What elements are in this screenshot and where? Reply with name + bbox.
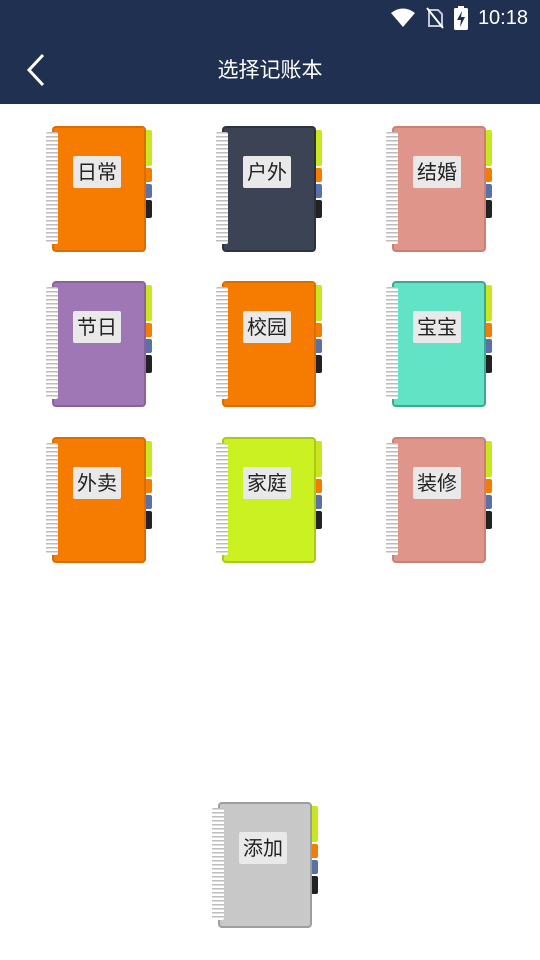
notebook-tab <box>316 479 322 493</box>
spiral-binding <box>216 132 228 244</box>
notebook-tab <box>146 285 152 321</box>
notebook-label: 外卖 <box>73 467 121 499</box>
notebook-tab <box>146 130 152 166</box>
notebook-tab <box>146 479 152 493</box>
no-sim-icon <box>426 7 444 29</box>
notebook-label: 日常 <box>73 156 121 188</box>
notebook-label: 户外 <box>243 156 291 188</box>
spiral-binding <box>386 132 398 244</box>
notebook-7[interactable]: 家庭 <box>216 437 326 567</box>
notebook-label: 宝宝 <box>413 311 461 343</box>
notebook-3[interactable]: 节日 <box>46 281 156 411</box>
notebook-cover <box>52 281 146 407</box>
notebook-tab <box>316 168 322 182</box>
notebook-tab <box>316 441 322 477</box>
notebook-tab <box>486 323 492 337</box>
notebook-cover <box>222 126 316 252</box>
notebook-tabs <box>316 441 322 529</box>
notebook-tabs <box>146 130 152 218</box>
notebook-tab <box>312 806 318 842</box>
notebook-tab <box>316 184 322 198</box>
spiral-binding <box>386 443 398 555</box>
spiral-binding <box>46 443 58 555</box>
notebook-tab <box>486 200 492 218</box>
notebook-tabs <box>486 441 492 529</box>
spiral-binding <box>216 443 228 555</box>
notebook-tabs <box>486 130 492 218</box>
notebook-cover <box>52 126 146 252</box>
notebook-tab <box>146 441 152 477</box>
notebook-0[interactable]: 日常 <box>46 126 156 256</box>
notebook-cover <box>218 802 312 928</box>
app-header: 10:18 选择记账本 <box>0 0 540 104</box>
notebook-tab <box>312 876 318 894</box>
notebook-tabs <box>312 806 318 894</box>
notebook-tab <box>486 168 492 182</box>
notebook-tab <box>316 130 322 166</box>
notebook-1[interactable]: 户外 <box>216 126 326 256</box>
notebook-8[interactable]: 装修 <box>386 437 496 567</box>
battery-charging-icon <box>454 6 468 30</box>
notebook-tab <box>486 441 492 477</box>
notebook-tab <box>146 511 152 529</box>
notebook-tab <box>316 323 322 337</box>
notebook-tab <box>316 339 322 353</box>
nav-bar: 选择记账本 <box>0 36 540 104</box>
notebook-label: 节日 <box>73 311 121 343</box>
status-bar: 10:18 <box>0 0 540 36</box>
notebook-tab <box>316 285 322 321</box>
notebook-4[interactable]: 校园 <box>216 281 326 411</box>
notebook-cover <box>52 437 146 563</box>
spiral-binding <box>212 808 224 920</box>
notebook-cover <box>392 437 486 563</box>
notebook-tabs <box>146 441 152 529</box>
notebook-cover <box>222 281 316 407</box>
notebook-tab <box>146 184 152 198</box>
notebook-tab <box>316 511 322 529</box>
notebook-tab <box>486 495 492 509</box>
notebook-tab <box>316 355 322 373</box>
spiral-binding <box>46 287 58 399</box>
notebook-cover <box>392 281 486 407</box>
notebook-tab <box>486 339 492 353</box>
notebook-tab <box>316 495 322 509</box>
status-time: 10:18 <box>477 7 528 29</box>
notebook-tabs <box>316 285 322 373</box>
notebook-label: 结婚 <box>413 156 461 188</box>
notebook-label: 家庭 <box>243 467 291 499</box>
notebook-tab <box>146 323 152 337</box>
page-title: 选择记账本 <box>217 58 323 82</box>
notebook-label: 校园 <box>243 311 291 343</box>
notebook-tab <box>312 860 318 874</box>
wifi-icon <box>391 8 415 27</box>
notebook-tab <box>312 844 318 858</box>
spiral-binding <box>386 287 398 399</box>
status-icons <box>390 6 468 30</box>
notebook-tab <box>146 355 152 373</box>
notebook-tab <box>486 479 492 493</box>
notebook-tab <box>486 130 492 166</box>
notebook-tab <box>146 495 152 509</box>
notebook-label: 添加 <box>239 832 287 864</box>
spiral-binding <box>216 287 228 399</box>
notebook-tab <box>146 168 152 182</box>
notebook-tabs <box>316 130 322 218</box>
notebook-2[interactable]: 结婚 <box>386 126 496 256</box>
notebook-5[interactable]: 宝宝 <box>386 281 496 411</box>
add-notebook-button[interactable]: 添加 <box>212 802 322 932</box>
notebook-tab <box>146 200 152 218</box>
notebook-tab <box>486 355 492 373</box>
notebook-tab <box>146 339 152 353</box>
notebook-tab <box>486 285 492 321</box>
notebook-tab <box>486 511 492 529</box>
notebook-tab <box>486 184 492 198</box>
notebook-label: 装修 <box>413 467 461 499</box>
notebook-cover <box>222 437 316 563</box>
notebook-tab <box>316 200 322 218</box>
notebook-6[interactable]: 外卖 <box>46 437 156 567</box>
notebook-tabs <box>486 285 492 373</box>
notebook-tabs <box>146 285 152 373</box>
notebook-cover <box>392 126 486 252</box>
spiral-binding <box>46 132 58 244</box>
